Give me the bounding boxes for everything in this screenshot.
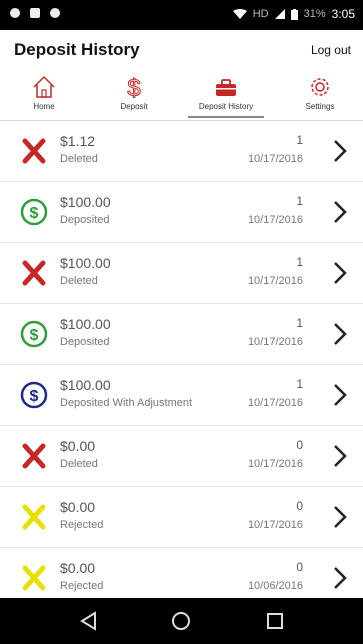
chevron-right-icon [334, 506, 347, 528]
deposit-status: Rejected [60, 580, 104, 592]
deposit-status: Rejected [60, 519, 104, 531]
chevron-right-icon [334, 201, 347, 223]
deposit-amount: $100.00 [60, 194, 111, 210]
status-bar: HD 31% 3:05 [0, 0, 363, 30]
system-status: HD 31% 3:05 [232, 7, 355, 21]
recents-icon[interactable] [262, 608, 288, 634]
gear-icon [311, 78, 329, 96]
home-circle-icon[interactable] [168, 608, 194, 634]
deposit-amount: $0.00 [60, 438, 96, 454]
list-item[interactable]: $0.00 Rejected 0 10/17/2016 [0, 487, 363, 548]
battery-level: 31% [303, 8, 326, 20]
tab-deposit[interactable]: $ Deposit [94, 68, 174, 120]
item-count: 1 [296, 316, 303, 330]
tab-home[interactable]: Home [4, 68, 84, 120]
deposit-date: 10/06/2016 [247, 580, 303, 592]
deposit-date: 10/17/2016 [247, 519, 303, 531]
gallery-icon [30, 8, 40, 18]
list-item[interactable]: $ $100.00 Deposited 1 10/17/2016 [0, 182, 363, 243]
battery-icon [290, 8, 298, 20]
deposit-amount: $0.00 [60, 499, 96, 515]
red-x-icon [22, 443, 46, 469]
green-dollar-icon: $ [20, 198, 48, 226]
item-count: 1 [296, 255, 303, 269]
deposit-list[interactable]: $1.12 Deleted 1 10/17/2016 $ $100.00 Dep… [0, 121, 363, 598]
item-count: 0 [296, 499, 303, 513]
wifi-icon [232, 9, 247, 19]
chevron-right-icon [334, 445, 347, 467]
deposit-status: Deposited [60, 214, 110, 226]
deposit-status: Deposited With Adjustment [60, 397, 193, 409]
green-dollar-icon: $ [20, 320, 48, 348]
yellow-x-icon [22, 565, 46, 591]
list-item[interactable]: $0.00 Rejected 0 10/06/2016 [0, 548, 363, 598]
tab-label: Deposit History [198, 102, 254, 111]
dollar-icon: $ [127, 75, 141, 101]
item-count: 1 [296, 377, 303, 391]
clock: 3:05 [331, 7, 355, 21]
deposit-amount: $100.00 [60, 255, 111, 271]
app-header: Deposit History Log out [0, 30, 363, 66]
red-x-icon [22, 260, 46, 286]
deposit-date: 10/17/2016 [247, 275, 303, 287]
page-title: Deposit History [14, 40, 140, 59]
deposit-status: Deleted [60, 153, 98, 165]
yellow-x-icon [22, 504, 46, 530]
tab-label: Settings [305, 102, 335, 111]
signal-icon [274, 9, 285, 19]
chevron-right-icon [334, 567, 347, 589]
blue-dollar-icon: $ [20, 381, 48, 409]
chevron-right-icon [334, 323, 347, 345]
chevron-right-icon [334, 384, 347, 406]
deposit-status: Deleted [60, 275, 98, 287]
deposit-date: 10/17/2016 [247, 336, 303, 348]
list-item[interactable]: $1.12 Deleted 1 10/17/2016 [0, 121, 363, 182]
list-item[interactable]: $0.00 Deleted 0 10/17/2016 [0, 426, 363, 487]
network-type: HD [252, 8, 269, 20]
deposit-date: 10/17/2016 [247, 397, 303, 409]
tab-label: Home [33, 102, 55, 111]
android-nav-bar [0, 598, 363, 644]
tab-label: Deposit [120, 102, 148, 111]
list-item[interactable]: $100.00 Deleted 1 10/17/2016 [0, 243, 363, 304]
deposit-date: 10/17/2016 [247, 458, 303, 470]
list-item[interactable]: $ $100.00 Deposited With Adjustment 1 10… [0, 365, 363, 426]
deposit-amount: $1.12 [60, 133, 96, 149]
chevron-right-icon [334, 262, 347, 284]
item-count: 0 [296, 560, 303, 574]
deposit-amount: $100.00 [60, 316, 111, 332]
list-item[interactable]: $ $100.00 Deposited 1 10/17/2016 [0, 304, 363, 365]
notification-icon [10, 8, 20, 18]
svg-text:$: $ [127, 75, 140, 100]
tab-bar: Home $ Deposit Deposit History Settings [0, 68, 363, 121]
deposit-amount: $0.00 [60, 560, 96, 576]
deposit-date: 10/17/2016 [247, 214, 303, 226]
deposit-status: Deposited [60, 336, 110, 348]
red-x-icon [22, 138, 46, 164]
deposit-amount: $100.00 [60, 377, 111, 393]
svg-text:$: $ [30, 205, 39, 222]
back-icon[interactable] [76, 608, 102, 634]
item-count: 1 [296, 133, 303, 147]
logout-button[interactable]: Log out [311, 43, 351, 57]
deposit-date: 10/17/2016 [247, 153, 303, 165]
chevron-right-icon [334, 140, 347, 162]
tab-deposit-history[interactable]: Deposit History [186, 68, 266, 120]
toolbox-icon [216, 79, 236, 96]
item-count: 0 [296, 438, 303, 452]
android-icon [50, 8, 60, 18]
home-icon [33, 75, 55, 98]
deposit-status: Deleted [60, 458, 98, 470]
item-count: 1 [296, 194, 303, 208]
tab-settings[interactable]: Settings [280, 68, 360, 120]
notification-icons [10, 8, 60, 18]
svg-text:$: $ [30, 388, 39, 405]
svg-text:$: $ [30, 327, 39, 344]
